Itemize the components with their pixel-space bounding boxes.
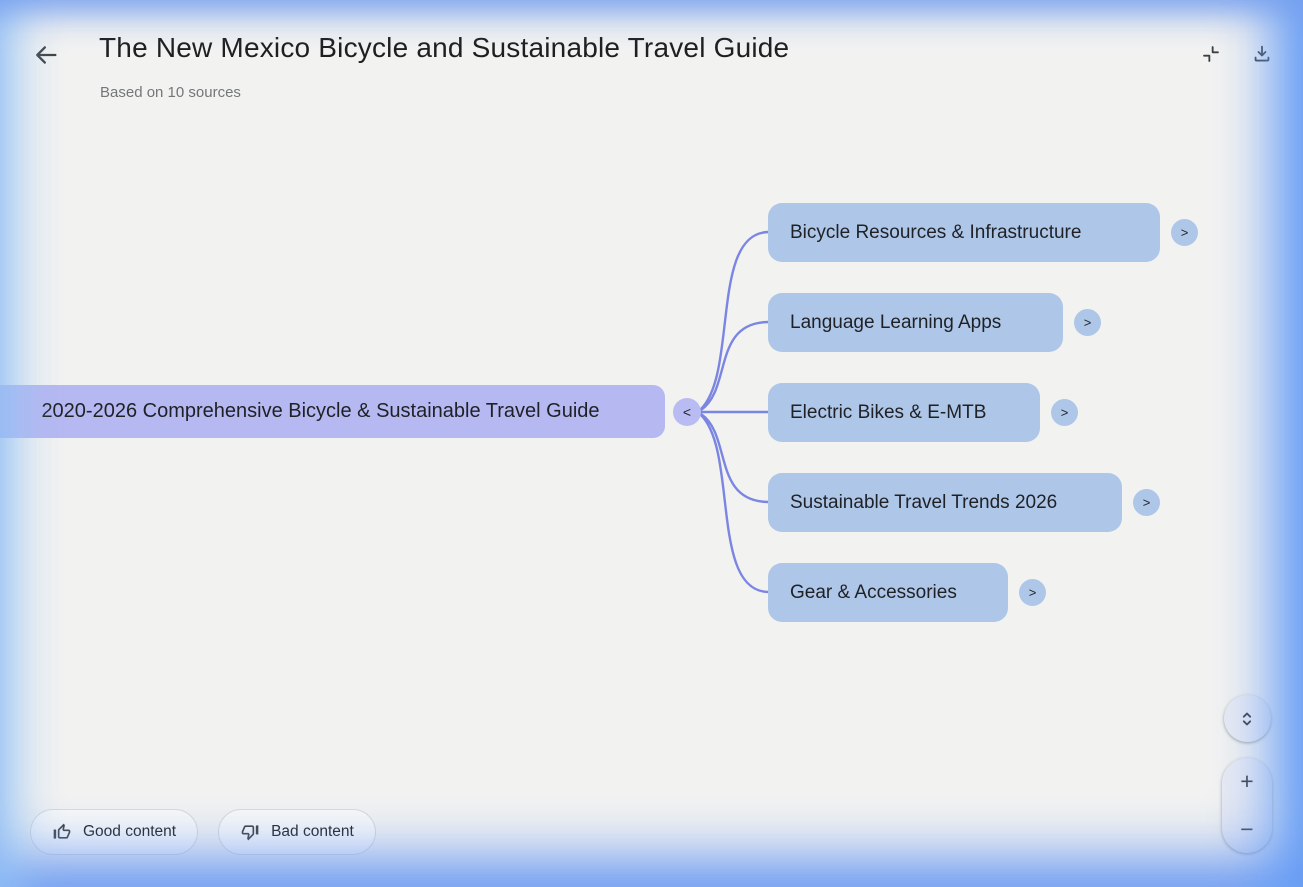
mindmap-branch: Electric Bikes & E-MTB >: [768, 383, 1078, 442]
download-button[interactable]: [1241, 33, 1282, 74]
good-content-label: Good content: [83, 823, 176, 841]
node-label: Language Learning Apps: [790, 312, 1001, 334]
mindmap-node[interactable]: Electric Bikes & E-MTB: [768, 383, 1040, 442]
bad-content-label: Bad content: [271, 823, 354, 841]
expand-node-button[interactable]: >: [1171, 219, 1198, 246]
mindmap-node[interactable]: Language Learning Apps: [768, 293, 1063, 352]
expand-node-button[interactable]: >: [1074, 309, 1101, 336]
page-title: The New Mexico Bicycle and Sustainable T…: [99, 32, 789, 64]
thumb-down-icon: [240, 822, 260, 842]
arrow-left-icon: [32, 41, 60, 69]
source-count: Based on 10 sources: [100, 84, 241, 101]
thumb-up-icon: [52, 822, 72, 842]
expand-node-button[interactable]: >: [1051, 399, 1078, 426]
mindmap-node[interactable]: Sustainable Travel Trends 2026: [768, 473, 1122, 532]
node-label: Electric Bikes & E-MTB: [790, 402, 986, 424]
zoom-pill: + −: [1222, 758, 1272, 853]
fit-view-button[interactable]: [1224, 695, 1271, 742]
mindmap-edges: [0, 0, 1303, 887]
expand-node-button[interactable]: >: [1133, 489, 1160, 516]
collapse-content-icon: [1200, 43, 1222, 65]
header-actions: [1190, 33, 1282, 74]
bad-content-button[interactable]: Bad content: [218, 809, 376, 855]
mindmap-node[interactable]: Gear & Accessories: [768, 563, 1008, 622]
mindmap-root-node[interactable]: 2020-2026 Comprehensive Bicycle & Sustai…: [0, 385, 665, 438]
download-icon: [1251, 43, 1273, 65]
zoom-out-button[interactable]: −: [1222, 806, 1272, 854]
mindmap-branch: Sustainable Travel Trends 2026 >: [768, 473, 1160, 532]
mindmap-branch: Bicycle Resources & Infrastructure >: [768, 203, 1198, 262]
feedback-bar: Good content Bad content: [30, 809, 376, 855]
collapse-content-button[interactable]: [1190, 33, 1231, 74]
collapse-node-button[interactable]: <: [673, 398, 701, 426]
unfold-more-icon: [1236, 708, 1258, 730]
mindmap-node[interactable]: Bicycle Resources & Infrastructure: [768, 203, 1160, 262]
node-label: Sustainable Travel Trends 2026: [790, 492, 1057, 514]
zoom-controls: + −: [1222, 695, 1272, 853]
good-content-button[interactable]: Good content: [30, 809, 198, 855]
root-node-label: 2020-2026 Comprehensive Bicycle & Sustai…: [41, 400, 599, 423]
node-label: Gear & Accessories: [790, 582, 957, 604]
mindmap-branch: Gear & Accessories >: [768, 563, 1046, 622]
zoom-in-button[interactable]: +: [1222, 758, 1272, 806]
mindmap-branch: Language Learning Apps >: [768, 293, 1101, 352]
expand-node-button[interactable]: >: [1019, 579, 1046, 606]
back-button[interactable]: [27, 36, 65, 74]
node-label: Bicycle Resources & Infrastructure: [790, 222, 1081, 244]
mindmap-canvas[interactable]: 2020-2026 Comprehensive Bicycle & Sustai…: [0, 0, 1303, 887]
